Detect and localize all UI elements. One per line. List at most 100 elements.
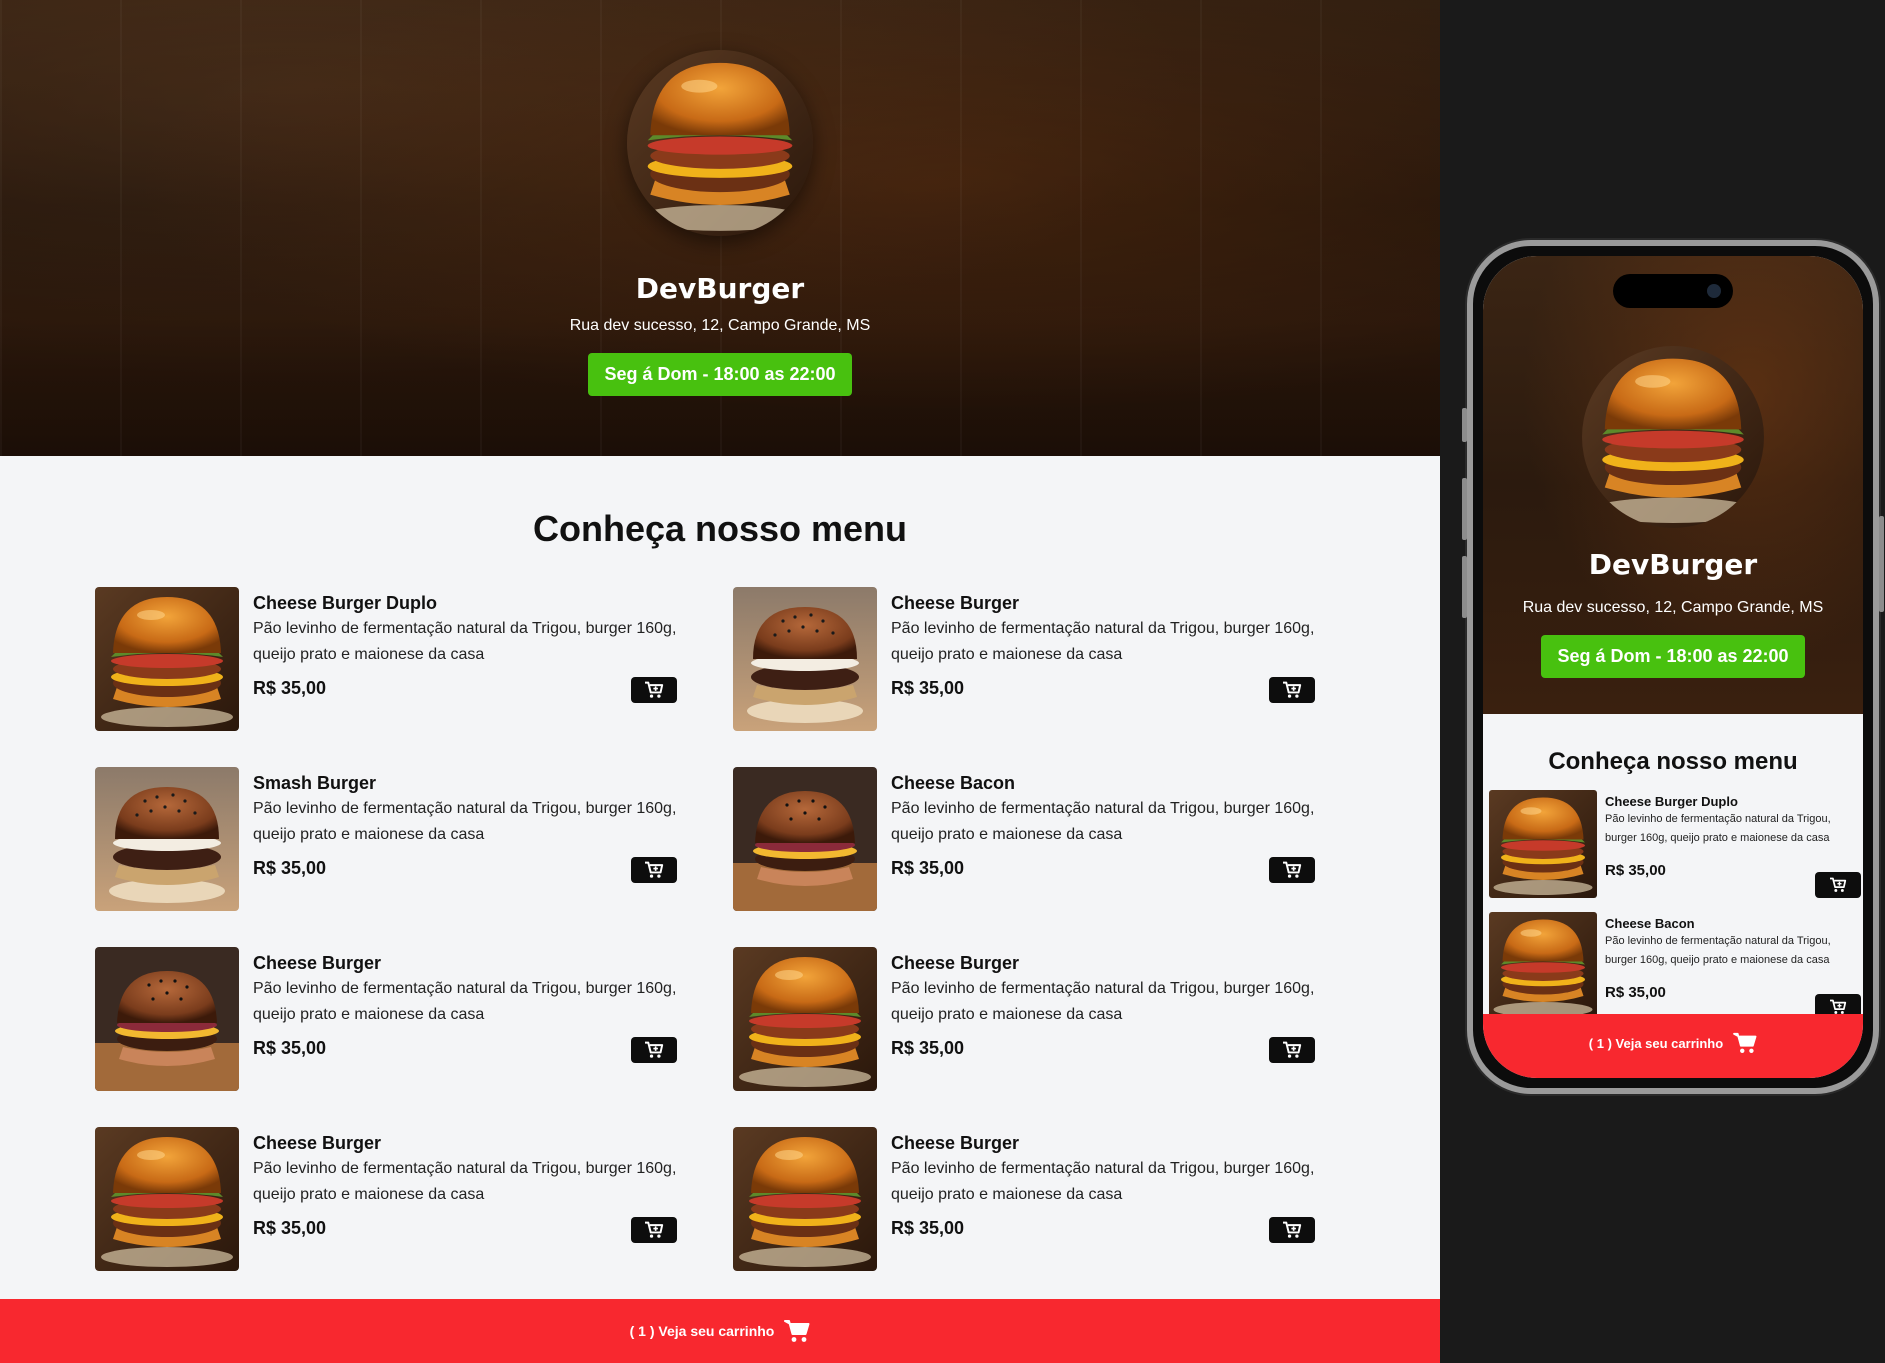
add-to-cart-button[interactable]	[1269, 1037, 1315, 1063]
phone-side-button	[1462, 408, 1467, 442]
menu-item-description: Pão levinho de fermentação natural da Tr…	[891, 620, 1315, 663]
add-to-cart-button[interactable]	[631, 677, 677, 703]
menu-item: Cheese Burger Pão levinho de fermentação…	[95, 1127, 677, 1271]
mobile-brand-address: Rua dev sucesso, 12, Campo Grande, MS	[1522, 599, 1824, 616]
burger-image	[733, 947, 877, 1091]
cart-plus-icon	[1829, 877, 1847, 893]
add-to-cart-button[interactable]	[1269, 677, 1315, 703]
menu-item-name: Cheese Burger	[891, 593, 1020, 613]
menu-item-info: Cheese Burger Pão levinho de fermentação…	[891, 1127, 1315, 1271]
add-to-cart-button[interactable]	[1269, 857, 1315, 883]
mobile-menu-item: Cheese Burger Duplo Pão levinho de ferme…	[1489, 790, 1863, 898]
add-to-cart-button[interactable]	[631, 1037, 677, 1063]
menu-item-name: Cheese Burger	[253, 953, 382, 973]
phone-screen: DevBurger Rua dev sucesso, 12, Campo Gra…	[1483, 256, 1863, 1078]
cart-label: ( 1 ) Veja seu carrinho	[1588, 1035, 1724, 1051]
shopping-cart-icon	[1733, 1032, 1757, 1054]
cart-plus-icon	[644, 681, 664, 699]
menu-item: Cheese Burger Pão levinho de fermentação…	[733, 1127, 1315, 1271]
menu-item-info: Cheese Burger Pão levinho de fermentação…	[253, 1127, 677, 1271]
dynamic-island	[1613, 274, 1733, 308]
cart-plus-icon	[644, 861, 664, 879]
mobile-hero-banner: DevBurger Rua dev sucesso, 12, Campo Gra…	[1483, 256, 1863, 714]
menu-item-name: Cheese Burger Duplo	[253, 593, 438, 613]
burger-image	[733, 767, 877, 911]
menu-item: Cheese Burger Pão levinho de fermentação…	[733, 587, 1315, 731]
menu-grid: Cheese Burger Duplo Pão levinho de ferme…	[95, 587, 1315, 1271]
menu-item-description: Pão levinho de fermentação natural da Tr…	[253, 620, 677, 663]
menu-item-name: Cheese Burger	[891, 1133, 1020, 1153]
menu-item-description: Pão levinho de fermentação natural da Tr…	[891, 980, 1315, 1023]
menu-item-description: Pão levinho de fermentação natural da Tr…	[891, 800, 1315, 843]
mobile-menu-item-info: Cheese Burger Duplo Pão levinho de ferme…	[1605, 790, 1861, 898]
mobile-menu-item: Cheese Bacon Pão levinho de fermentação …	[1489, 912, 1863, 1020]
menu-item-description: Pão levinho de fermentação natural da Tr…	[253, 980, 677, 1023]
burger-image	[95, 1127, 239, 1271]
menu-item-price: R$ 35,00	[891, 1038, 965, 1058]
burger-image	[733, 1127, 877, 1271]
mobile-hero-content: DevBurger Rua dev sucesso, 12, Campo Gra…	[1483, 346, 1863, 678]
cart-plus-icon	[644, 1041, 664, 1059]
mobile-opening-hours-badge: Seg á Dom - 18:00 as 22:00	[1541, 635, 1805, 678]
hero-banner: DevBurger Rua dev sucesso, 12, Campo Gra…	[0, 0, 1440, 456]
add-to-cart-button[interactable]	[1815, 872, 1861, 898]
menu-item-price: R$ 35,00	[253, 678, 327, 698]
cart-plus-icon	[1282, 1221, 1302, 1239]
add-to-cart-button[interactable]	[631, 1217, 677, 1243]
cart-plus-icon	[1282, 1041, 1302, 1059]
menu-item-name: Smash Burger	[253, 773, 377, 793]
brand-title: DevBurger	[635, 272, 805, 305]
menu-item-price: R$ 35,00	[253, 1218, 327, 1238]
shopping-cart-icon	[784, 1319, 810, 1343]
menu-item-price: R$ 35,00	[253, 858, 327, 878]
menu-item-info: Cheese Burger Duplo Pão levinho de ferme…	[253, 587, 677, 731]
mobile-menu-title: Conheça nosso menu	[1548, 748, 1798, 775]
mobile-brand-logo	[1582, 346, 1764, 528]
desktop-view: DevBurger Rua dev sucesso, 12, Campo Gra…	[0, 0, 1440, 1363]
menu-item: Cheese Burger Pão levinho de fermentação…	[733, 947, 1315, 1091]
menu-item-name: Cheese Burger	[891, 953, 1020, 973]
view-cart-button[interactable]: ( 1 ) Veja seu carrinho	[0, 1299, 1440, 1363]
burger-image	[95, 587, 239, 731]
menu-item-description: Pão levinho de fermentação natural da Tr…	[253, 800, 677, 843]
cart-plus-icon	[1282, 861, 1302, 879]
menu-item-description: Pão levinho de fermentação natural da Tr…	[253, 1160, 677, 1203]
burger-image	[95, 767, 239, 911]
camera-icon	[1707, 284, 1721, 298]
menu-item-price: R$ 35,00	[891, 678, 965, 698]
menu-item-price: R$ 35,00	[253, 1038, 327, 1058]
menu-item: Cheese Burger Duplo Pão levinho de ferme…	[95, 587, 677, 731]
menu-item: Cheese Bacon Pão levinho de fermentação …	[733, 767, 1315, 911]
hero-content: DevBurger Rua dev sucesso, 12, Campo Gra…	[0, 50, 1440, 396]
phone-side-button	[1462, 478, 1467, 540]
menu-item-info: Cheese Burger Pão levinho de fermentação…	[253, 947, 677, 1091]
cart-plus-icon	[644, 1221, 664, 1239]
menu-item-info: Smash Burger Pão levinho de fermentação …	[253, 767, 677, 911]
burger-image	[95, 947, 239, 1091]
burger-image	[1489, 912, 1597, 1020]
menu-item: Smash Burger Pão levinho de fermentação …	[95, 767, 677, 911]
menu-item-description: Pão levinho de fermentação natural da Tr…	[891, 1160, 1315, 1203]
phone-side-button	[1879, 516, 1884, 612]
menu-item-info: Cheese Burger Pão levinho de fermentação…	[891, 587, 1315, 731]
opening-hours-badge: Seg á Dom - 18:00 as 22:00	[588, 353, 852, 396]
mobile-view-cart-button[interactable]: ( 1 ) Veja seu carrinho	[1483, 1014, 1863, 1078]
menu-title: Conheça nosso menu	[532, 508, 908, 549]
menu-item-description: Pão levinho de fermentação natural da Tr…	[1605, 935, 1831, 966]
brand-address: Rua dev sucesso, 12, Campo Grande, MS	[569, 317, 871, 334]
menu-item-info: Cheese Bacon Pão levinho de fermentação …	[891, 767, 1315, 911]
mobile-brand-title: DevBurger	[1588, 548, 1758, 581]
phone-mockup: DevBurger Rua dev sucesso, 12, Campo Gra…	[1462, 240, 1884, 1094]
menu-item-name: Cheese Burger Duplo	[1605, 794, 1738, 809]
brand-logo	[627, 50, 813, 236]
add-to-cart-button[interactable]	[1269, 1217, 1315, 1243]
burger-image	[733, 587, 877, 731]
menu-item-price: R$ 35,00	[891, 858, 965, 878]
cart-plus-icon	[1829, 999, 1847, 1015]
menu-item: Cheese Burger Pão levinho de fermentação…	[95, 947, 677, 1091]
add-to-cart-button[interactable]	[631, 857, 677, 883]
phone-side-button	[1462, 556, 1467, 618]
menu-item-name: Cheese Burger	[253, 1133, 382, 1153]
mobile-menu-item-info: Cheese Bacon Pão levinho de fermentação …	[1605, 912, 1861, 1020]
menu-item-name: Cheese Bacon	[1605, 916, 1695, 931]
